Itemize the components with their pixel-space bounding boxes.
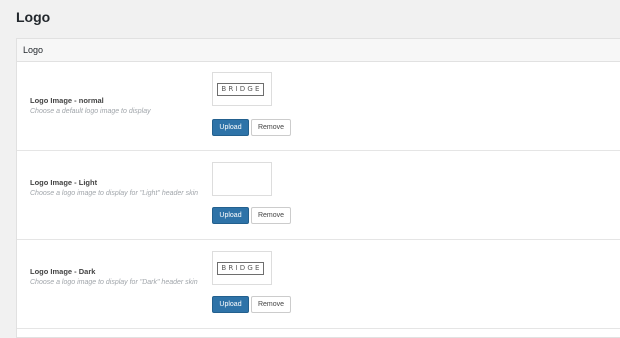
remove-button[interactable]: Remove: [251, 119, 291, 136]
bridge-logo-image: BRIDGE: [217, 262, 264, 275]
field-label: Logo Image - Light: [30, 178, 98, 187]
field-label: Logo Image - Dark: [30, 267, 96, 276]
field-row-logo-light: Logo Image - Light Choose a logo image t…: [17, 151, 620, 240]
logo-preview-empty: [212, 162, 272, 196]
panel-header: Logo: [17, 39, 620, 62]
field-description: Choose a logo image to display for "Ligh…: [30, 190, 199, 197]
upload-button[interactable]: Upload: [212, 207, 249, 224]
remove-button[interactable]: Remove: [251, 207, 291, 224]
upload-button[interactable]: Upload: [212, 296, 249, 313]
logo-preview: BRIDGE: [212, 251, 272, 285]
bridge-logo-image: BRIDGE: [217, 83, 264, 96]
field-row-logo-normal: Logo Image - normal Choose a default log…: [17, 62, 620, 151]
row-divider: [17, 328, 620, 329]
logo-preview: BRIDGE: [212, 72, 272, 106]
field-description: Choose a default logo image to display: [30, 108, 151, 115]
upload-button[interactable]: Upload: [212, 119, 249, 136]
page-title: Logo: [16, 9, 51, 25]
remove-button[interactable]: Remove: [251, 296, 291, 313]
logo-settings-panel: Logo Logo Image - normal Choose a defaul…: [16, 38, 620, 338]
field-row-logo-dark: Logo Image - Dark Choose a logo image to…: [17, 240, 620, 329]
field-description: Choose a logo image to display for "Dark…: [30, 279, 198, 286]
field-label: Logo Image - normal: [30, 96, 104, 105]
